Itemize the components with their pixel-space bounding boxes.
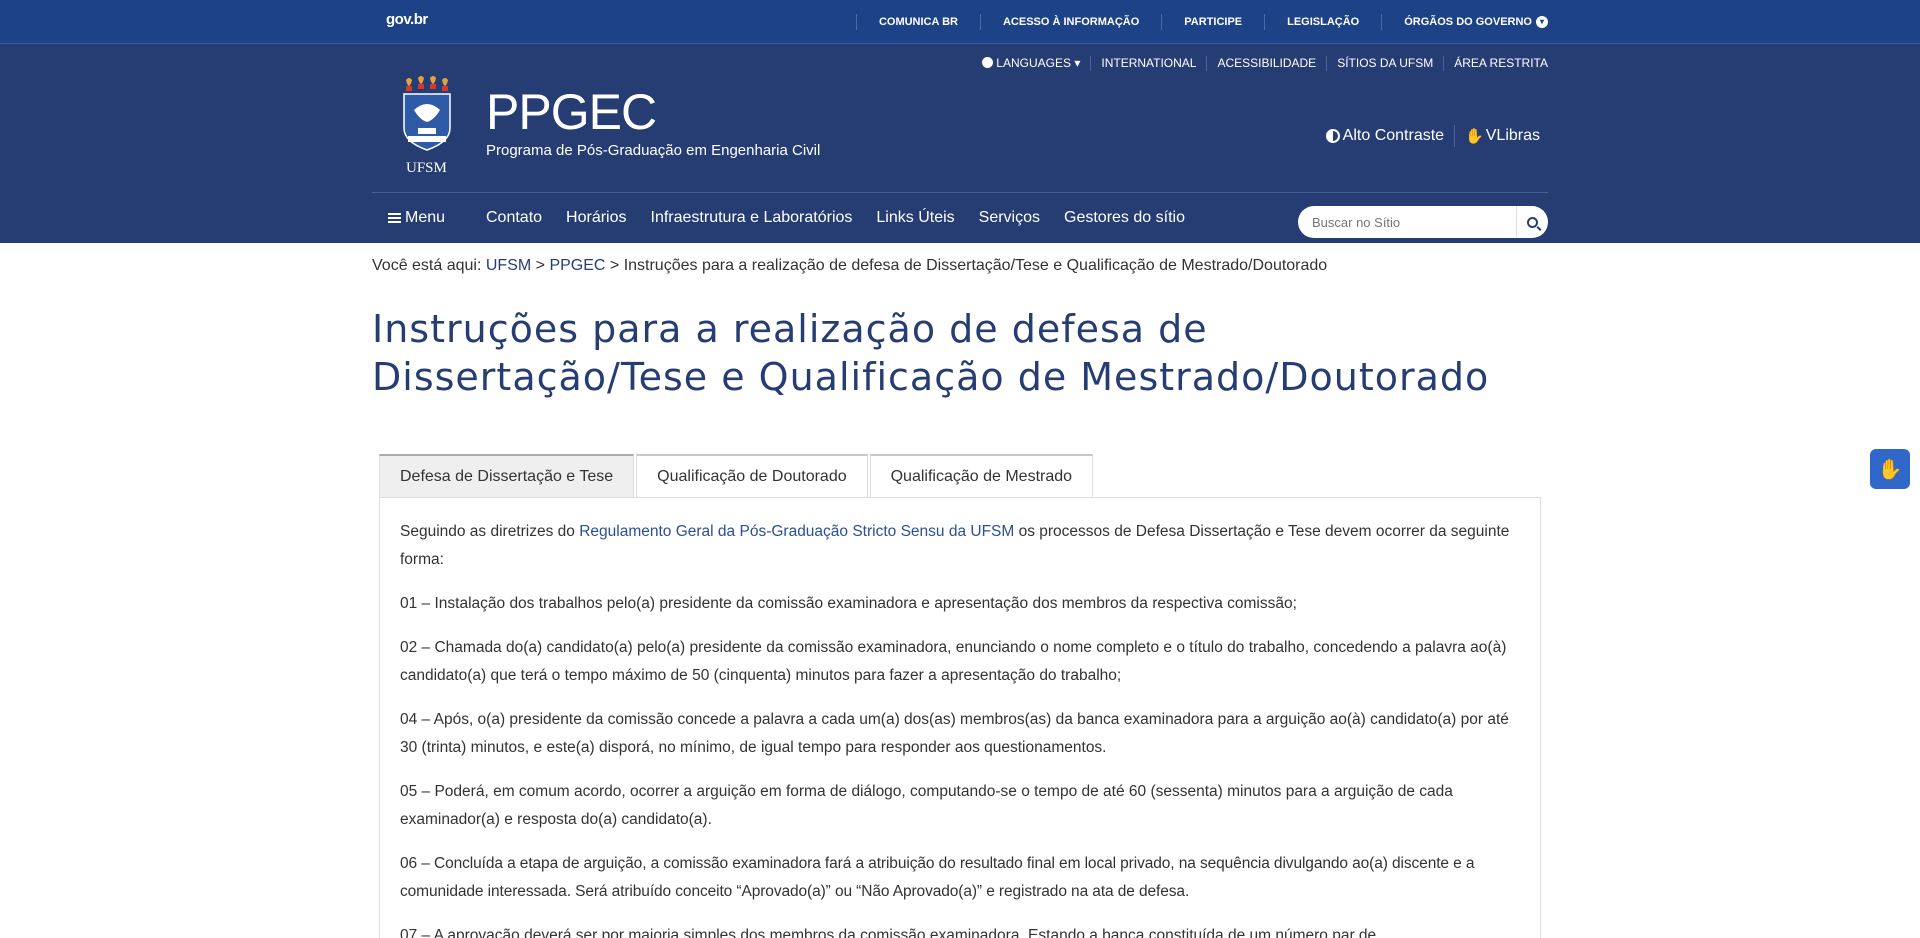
nav-item-links-uteis[interactable]: Links Úteis: [876, 209, 954, 227]
accessibility-tools: Alto Contraste ✋ VLibras: [1325, 125, 1540, 147]
intro-paragraph: Seguindo as diretrizes do Regulamento Ge…: [400, 518, 1520, 574]
search-button[interactable]: [1516, 206, 1548, 238]
languages-label: LANGUAGES: [996, 56, 1071, 70]
breadcrumb-current: Instruções para a realização de defesa d…: [623, 257, 1328, 274]
menu-label: Menu: [405, 209, 446, 226]
govbr-link-participe[interactable]: PARTICIPE: [1161, 14, 1264, 30]
high-contrast-label: Alto Contraste: [1342, 127, 1445, 144]
contrast-icon: [1325, 129, 1340, 143]
vlibras-button[interactable]: ✋ VLibras: [1465, 127, 1540, 145]
high-contrast-button[interactable]: Alto Contraste: [1325, 127, 1445, 145]
tab-qualificacao-mestrado[interactable]: Qualificação de Mestrado: [869, 454, 1094, 498]
nav-item-contato[interactable]: Contato: [486, 209, 542, 227]
header-top-links: LANGUAGES ▾ INTERNATIONAL ACESSIBILIDADE…: [972, 56, 1548, 71]
site-subtitle: Programa de Pós-Graduação em Engenharia …: [486, 142, 821, 159]
instruction-item: 01 – Instalação dos trabalhos pelo(a) pr…: [400, 595, 1297, 612]
govbr-link-acesso[interactable]: ACESSO À INFORMAÇÃO: [979, 14, 1161, 30]
govbr-link-orgaos-label: ÓRGÃOS DO GOVERNO: [1404, 16, 1532, 28]
nav-item-horarios[interactable]: Horários: [566, 209, 626, 227]
tab-panel: Seguindo as diretrizes do Regulamento Ge…: [379, 497, 1541, 938]
menu-button[interactable]: Menu: [372, 209, 486, 227]
chevron-down-icon: ▾: [1536, 16, 1548, 28]
vlibras-widget-button[interactable]: ✋: [1870, 449, 1910, 489]
international-link[interactable]: INTERNATIONAL: [1090, 56, 1206, 71]
govbr-logo[interactable]: gov.br: [386, 11, 428, 28]
breadcrumb-ppgec[interactable]: PPGEC: [549, 257, 605, 274]
accessibility-link[interactable]: ACESSIBILIDADE: [1206, 56, 1326, 71]
tab-qualificacao-doutorado[interactable]: Qualificação de Doutorado: [636, 454, 868, 498]
vlibras-label: VLibras: [1485, 127, 1540, 144]
intro-text-before: Seguindo as diretrizes do: [400, 523, 580, 540]
crest-text: UFSM: [406, 160, 447, 176]
globe-icon: [982, 57, 994, 68]
languages-dropdown[interactable]: LANGUAGES ▾: [972, 56, 1090, 71]
separator: [1454, 125, 1456, 147]
govbr-links: COMUNICA BR ACESSO À INFORMAÇÃO PARTICIP…: [855, 0, 1548, 44]
site-header: LANGUAGES ▾ INTERNATIONAL ACESSIBILIDADE…: [0, 44, 1920, 243]
site-title[interactable]: PPGEC: [486, 84, 657, 140]
breadcrumb-ufsm[interactable]: UFSM: [486, 257, 531, 274]
govbr-link-orgaos[interactable]: ÓRGÃOS DO GOVERNO ▾: [1381, 14, 1548, 30]
regulamento-link[interactable]: Regulamento Geral da Pós-Graduação Stric…: [579, 523, 1014, 540]
instruction-item: 06 – Concluída a etapa de arguição, a co…: [400, 855, 1475, 900]
hand-icon: ✋: [1465, 128, 1484, 145]
hamburger-icon: [388, 211, 401, 225]
instruction-item: 07 – A aprovação deverá ser por maioria …: [400, 927, 1377, 938]
nav-item-gestores[interactable]: Gestores do sítio: [1064, 209, 1185, 227]
search-icon: [1527, 216, 1538, 228]
sign-language-icon: ✋: [1877, 457, 1903, 481]
restricted-area-link[interactable]: ÁREA RESTRITA: [1443, 56, 1548, 71]
nav-item-infraestrutura[interactable]: Infraestrutura e Laboratórios: [651, 209, 853, 227]
search-input[interactable]: [1298, 214, 1508, 230]
tab-list: Defesa de Dissertação e Tese Qualificaçã…: [379, 454, 1095, 498]
instruction-item: 04 – Após, o(a) presidente da comissão c…: [400, 711, 1509, 756]
search-box: [1298, 206, 1548, 238]
ufsm-sites-link[interactable]: SÍTIOS DA UFSM: [1326, 56, 1443, 71]
govbr-link-comunica[interactable]: COMUNICA BR: [855, 14, 980, 30]
instruction-item: 05 – Poderá, em comum acordo, ocorrer a …: [400, 783, 1453, 828]
breadcrumb-prefix: Você está aqui:: [372, 257, 482, 274]
govbr-bar: gov.br COMUNICA BR ACESSO À INFORMAÇÃO P…: [0, 0, 1920, 44]
caret-down-icon: ▾: [1074, 56, 1081, 70]
tab-defesa[interactable]: Defesa de Dissertação e Tese: [379, 454, 635, 498]
govbr-link-legislacao[interactable]: LEGISLAÇÃO: [1264, 14, 1381, 30]
breadcrumb: Você está aqui: UFSM > PPGEC > Instruçõe…: [372, 257, 1328, 274]
main-nav: Menu Contato Horários Infraestrutura e L…: [372, 198, 1548, 238]
nav-divider: [372, 192, 1548, 193]
nav-item-servicos[interactable]: Serviços: [979, 209, 1040, 227]
instruction-item: 02 – Chamada do(a) candidato(a) pelo(a) …: [400, 639, 1507, 684]
page-title: Instruções para a realização de defesa d…: [372, 307, 1490, 399]
